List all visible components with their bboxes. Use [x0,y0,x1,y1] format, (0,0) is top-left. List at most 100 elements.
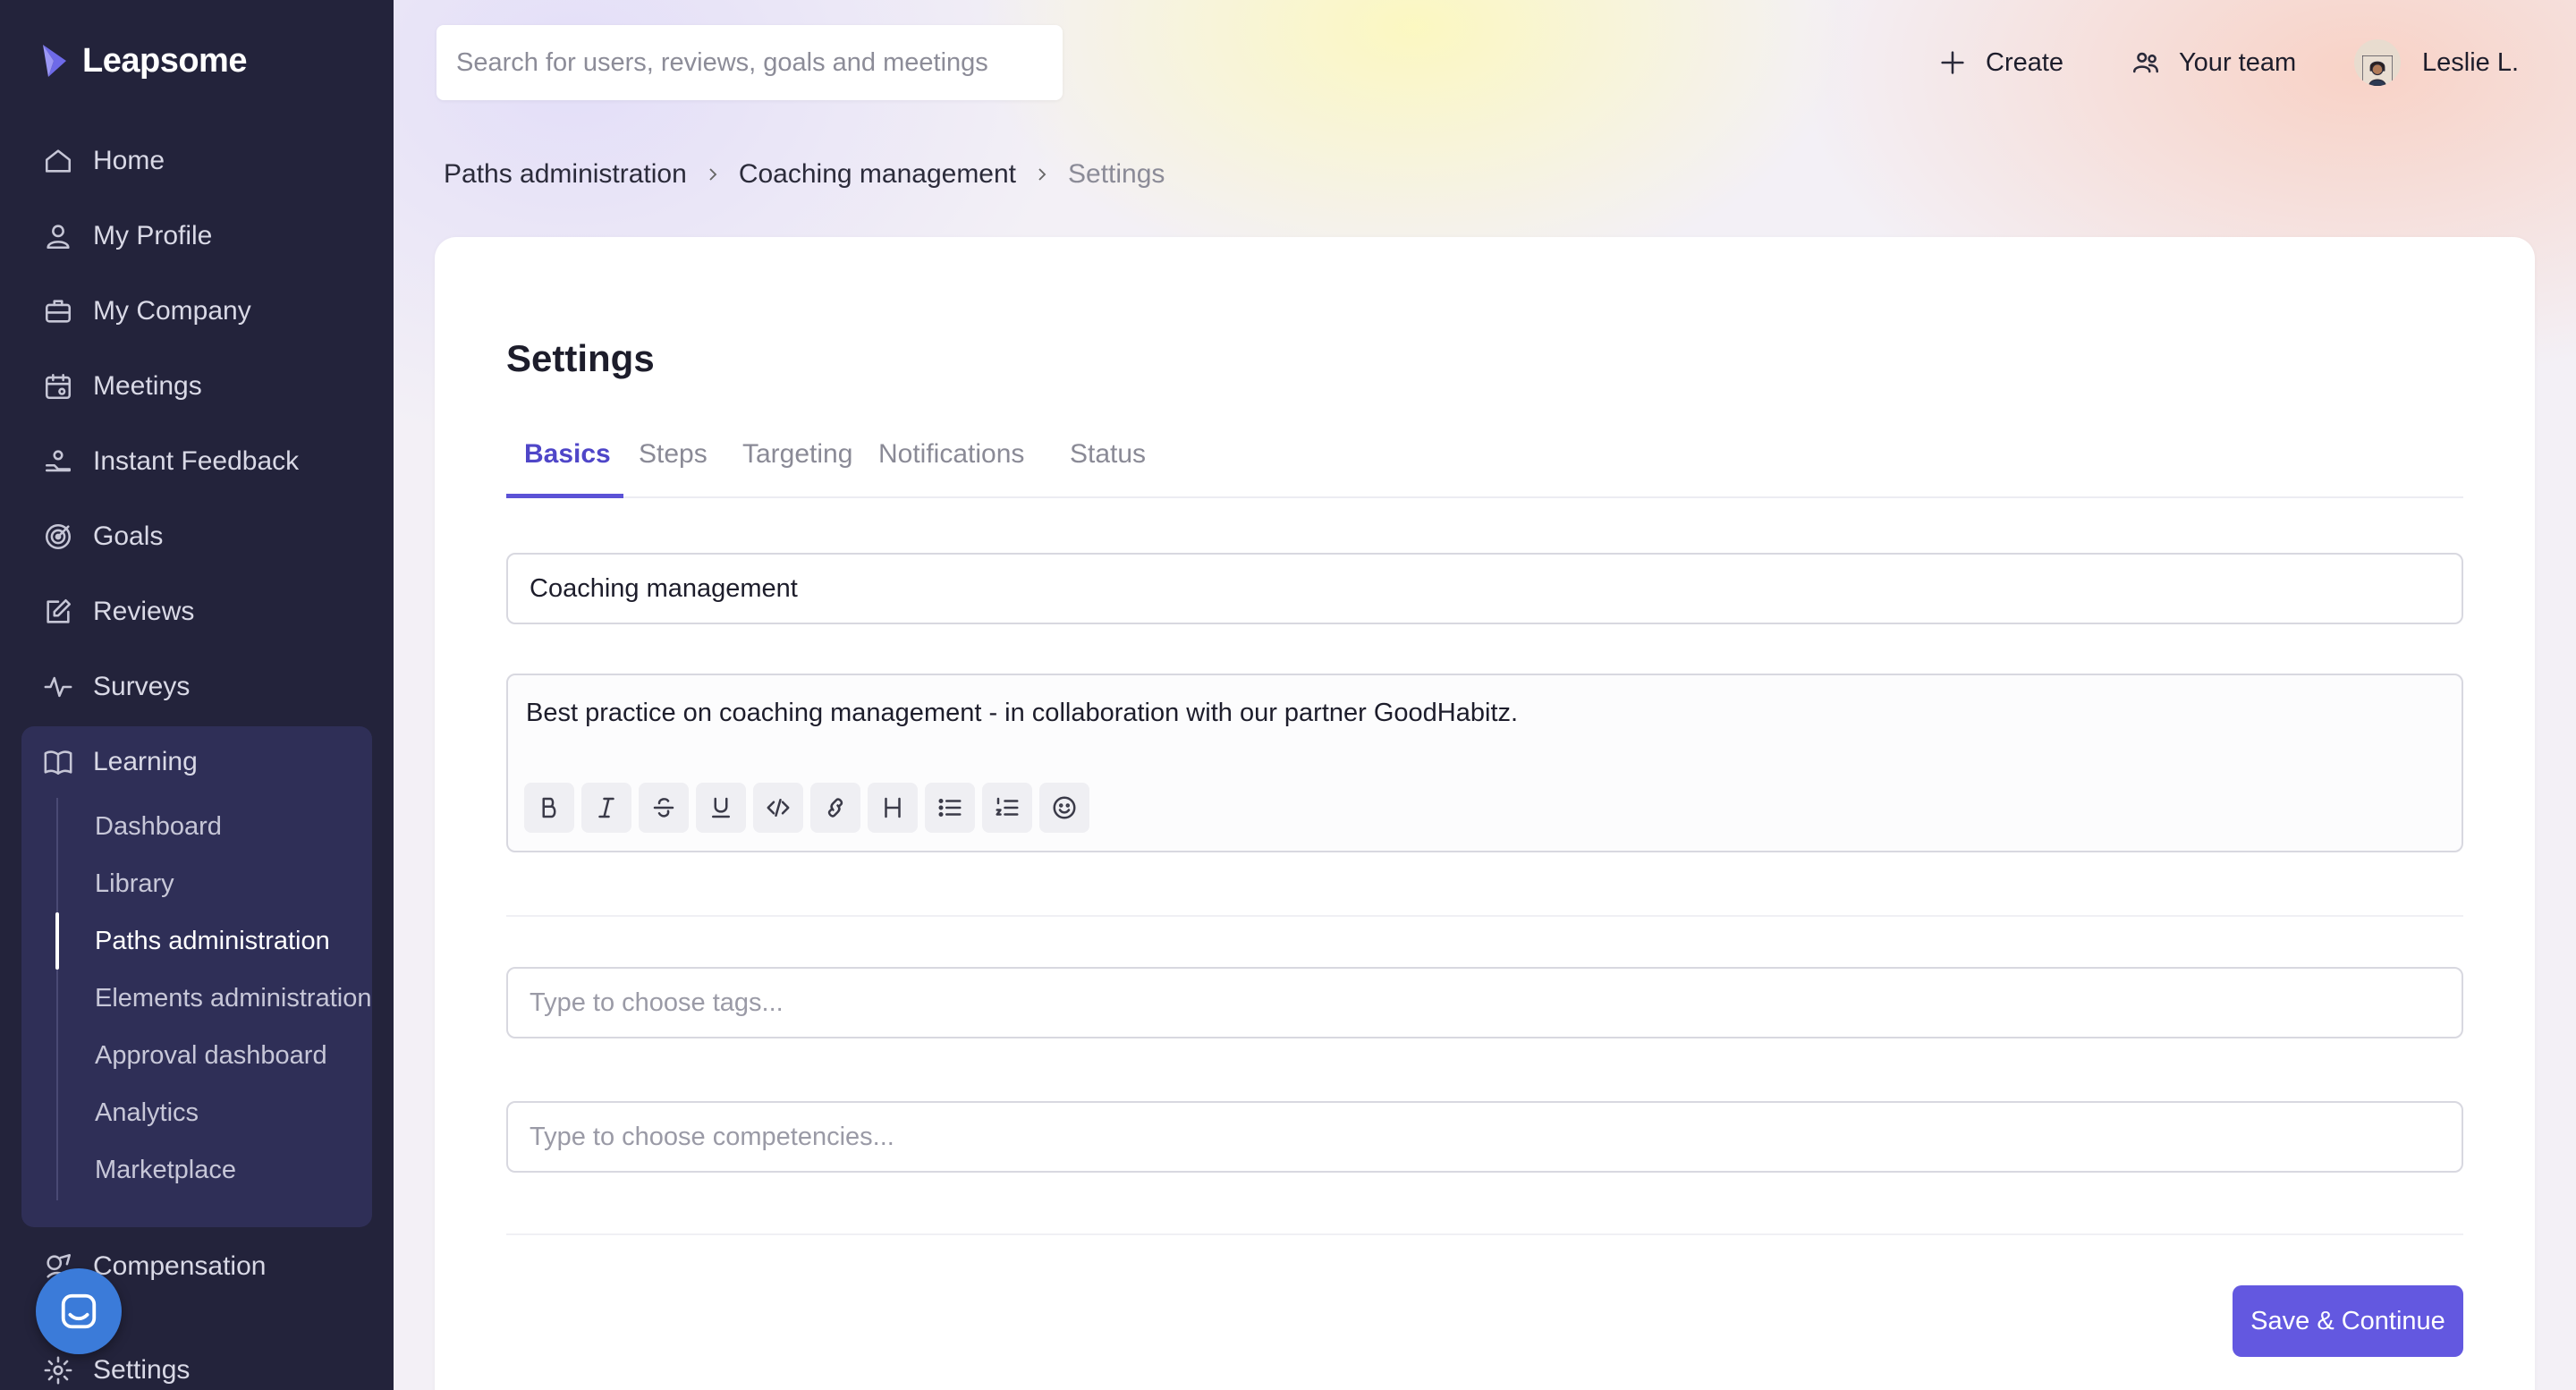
search-input[interactable] [456,47,1043,78]
plus-icon [1941,51,1964,74]
feedback-icon [45,450,72,472]
your-team-button[interactable]: Your team [2131,36,2296,89]
path-name-field[interactable] [506,553,2463,624]
page-title: Settings [506,337,655,379]
sidebar-item-label: Reviews [93,597,195,626]
code-icon [767,799,790,817]
numbered-list-button[interactable] [982,783,1032,833]
user-avatar-icon [2362,55,2393,86]
sidebar-item-surveys[interactable]: Surveys [43,662,190,712]
sidebar-item-label: Settings [93,1355,191,1385]
underline-button[interactable] [696,783,746,833]
sidebar-subitem-paths-administration[interactable]: Paths administration [95,912,330,970]
bold-icon [542,797,556,818]
link-icon [827,798,843,818]
sidebar-item-meetings[interactable]: Meetings [43,361,202,411]
emoji-button[interactable] [1039,783,1089,833]
save-continue-button[interactable]: Save & Continue [2233,1285,2463,1357]
competencies-input[interactable] [530,1122,2440,1152]
code-button[interactable] [753,783,803,833]
tab-basics[interactable]: Basics [506,432,623,498]
heading-icon [885,797,901,818]
sidebar-item-goals[interactable]: Goals [43,512,163,562]
breadcrumb-current: Settings [1068,159,1165,189]
create-label: Create [1986,47,2064,77]
create-button[interactable]: Create [1937,36,2063,89]
active-indicator [55,912,59,970]
description-text[interactable]: Best practice on coaching management - i… [526,699,1518,728]
sidebar-subitem-approval-dashboard[interactable]: Approval dashboard [95,1027,327,1084]
sidebar-item-label: Learning [93,747,198,776]
section-divider [506,915,2463,917]
user-menu[interactable]: Leslie L. [2354,36,2519,89]
team-icon [2132,52,2159,73]
settings-tabs: Basics Steps Targeting Notifications Sta… [506,432,2463,498]
home-icon [45,149,72,173]
strikethrough-icon [653,798,674,818]
chevron-right-icon [1038,168,1046,181]
bullet-list-button[interactable] [925,783,975,833]
sidebar-item-label: Meetings [93,371,202,401]
bold-button[interactable] [524,783,574,833]
tab-status[interactable]: Status [1070,432,1146,498]
settings-card: Settings Basics Steps Targeting Notifica… [435,237,2535,1390]
underline-icon [712,797,730,818]
heading-button[interactable] [868,783,918,833]
tags-field[interactable] [506,967,2463,1038]
italic-icon [598,797,614,818]
tab-notifications[interactable]: Notifications [878,432,1024,498]
calendar-icon [45,373,72,400]
breadcrumb-paths-administration[interactable]: Paths administration [444,159,687,190]
user-icon [47,225,70,250]
tab-targeting[interactable]: Targeting [742,432,852,498]
chat-icon [61,1293,97,1329]
your-team-label: Your team [2179,47,2297,77]
sidebar-subitem-marketplace[interactable]: Marketplace [95,1141,236,1199]
description-editor[interactable]: Best practice on coaching management - i… [506,674,2463,852]
sidebar-item-label: My Company [93,296,251,326]
link-button[interactable] [810,783,860,833]
tags-input[interactable] [530,987,2440,1018]
chevron-right-icon [709,168,717,181]
leapsome-logo[interactable]: Leapsome [39,41,247,81]
logo-text: Leapsome [82,41,247,80]
numbered-list-icon [996,797,1019,816]
sidebar-item-label: Goals [93,521,164,551]
sidebar-item-reviews[interactable]: Reviews [43,587,194,637]
sidebar-subitem-analytics[interactable]: Analytics [95,1084,199,1141]
sidebar-item-label: Home [93,146,165,175]
tab-steps[interactable]: Steps [639,432,708,498]
sidebar-subitem-elements-administration[interactable]: Elements administration [95,970,371,1027]
leapsome-logo-icon [43,45,66,77]
breadcrumb-coaching-management[interactable]: Coaching management [739,159,1016,190]
pulse-icon [44,676,72,698]
sidebar-item-label: My Profile [93,221,213,250]
book-icon [44,750,72,776]
avatar [2354,39,2401,86]
target-icon [45,523,72,550]
global-search[interactable] [436,25,1063,100]
sidebar-item-my-profile[interactable]: My Profile [43,211,212,261]
user-name: Leslie L. [2422,47,2520,77]
sidebar-item-home[interactable]: Home [43,136,165,186]
strikethrough-button[interactable] [639,783,689,833]
sidebar-item-my-company[interactable]: My Company [43,286,251,336]
sidebar-subitem-dashboard[interactable]: Dashboard [95,798,222,855]
sidebar-item-label: Surveys [93,672,191,701]
gear-icon [44,1356,72,1385]
edit-icon [47,598,72,623]
bullet-list-icon [938,799,962,817]
briefcase-icon [45,300,72,323]
sidebar-subitem-library[interactable]: Library [95,855,174,912]
smiley-icon [1053,796,1076,819]
path-name-input[interactable] [530,573,2440,604]
sidebar: Leapsome Home My Profile My Company Meet… [0,0,394,1390]
breadcrumb: Paths administration Coaching management… [444,159,1165,190]
italic-button[interactable] [581,783,631,833]
chat-launcher-button[interactable] [36,1268,122,1354]
sidebar-item-learning[interactable]: Learning [43,737,198,787]
submenu-line [56,798,58,1200]
competencies-field[interactable] [506,1101,2463,1173]
section-divider [506,1233,2463,1235]
sidebar-item-instant-feedback[interactable]: Instant Feedback [43,436,299,487]
